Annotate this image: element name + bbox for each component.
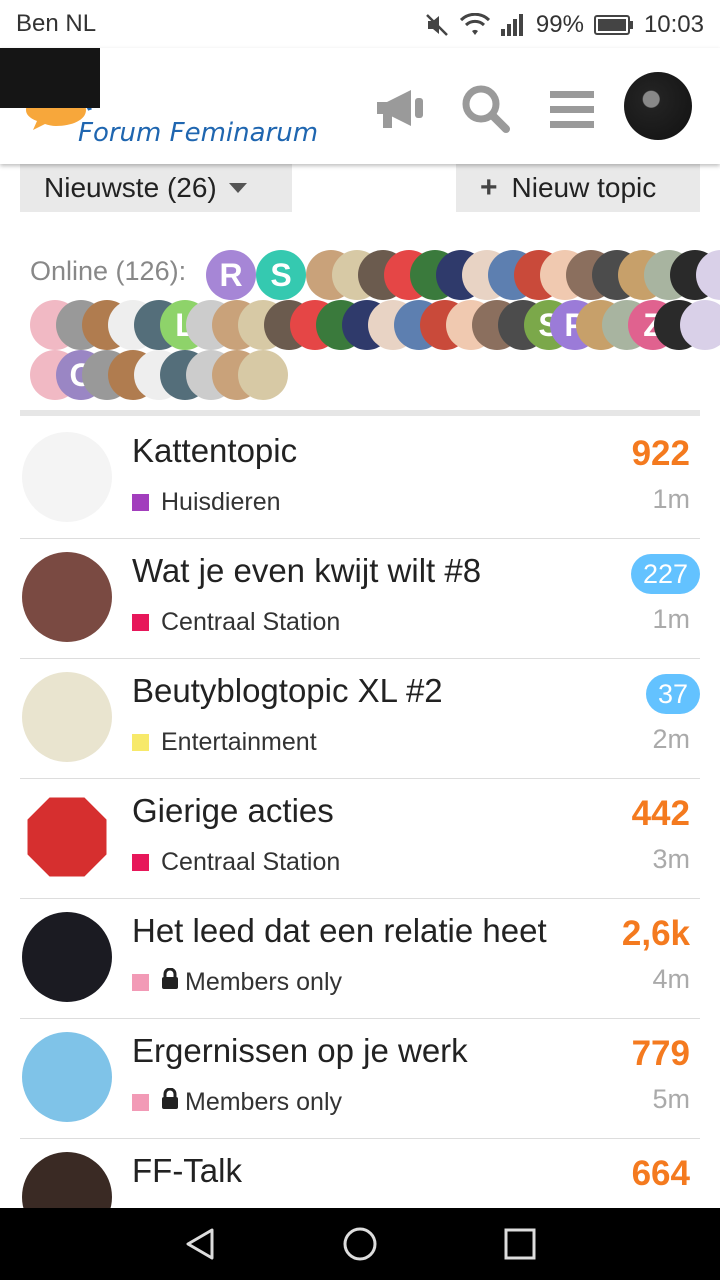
topic-category[interactable]: Members only bbox=[132, 1087, 342, 1117]
last-activity-time: 4m bbox=[652, 964, 690, 994]
category-color-swatch bbox=[132, 494, 149, 511]
topic-row[interactable]: Gierige acties Centraal Station 442 3m bbox=[20, 778, 700, 899]
reply-count[interactable]: 2,6k bbox=[622, 914, 690, 954]
site-logo-text[interactable]: Forum Feminarum bbox=[78, 118, 318, 148]
category-label: Huisdieren bbox=[161, 488, 281, 516]
topic-title[interactable]: Het leed dat een relatie heet bbox=[132, 912, 547, 950]
menu-icon[interactable] bbox=[544, 84, 600, 134]
topic-avatar[interactable] bbox=[22, 792, 112, 882]
carrier-name: Ben NL bbox=[16, 10, 97, 37]
system-nav-bar bbox=[0, 1208, 720, 1280]
topic-avatar[interactable] bbox=[22, 432, 112, 522]
battery-icon bbox=[593, 14, 634, 36]
reply-count[interactable]: 779 bbox=[632, 1034, 690, 1074]
topic-title[interactable]: Gierige acties bbox=[132, 792, 334, 830]
category-color-swatch bbox=[132, 1094, 149, 1111]
unread-count-badge[interactable]: 37 bbox=[645, 674, 700, 714]
topic-category[interactable]: Entertainment bbox=[132, 728, 317, 757]
topic-title[interactable]: Kattentopic bbox=[132, 432, 297, 470]
reply-count[interactable]: 922 bbox=[632, 434, 690, 474]
topic-row[interactable]: Kattentopic Huisdieren 922 1m bbox=[20, 418, 700, 539]
wifi-icon bbox=[459, 13, 490, 37]
megaphone-icon[interactable] bbox=[372, 84, 428, 134]
topic-category[interactable]: Centraal Station bbox=[132, 848, 340, 877]
topic-avatar[interactable] bbox=[22, 552, 112, 642]
reply-count[interactable]: 442 bbox=[632, 794, 690, 834]
sort-filter-dropdown[interactable]: Nieuwste (26) bbox=[20, 164, 292, 212]
error-stop-sign-icon bbox=[24, 794, 110, 880]
last-activity-time: 3m bbox=[652, 844, 690, 874]
topic-avatar[interactable] bbox=[22, 1032, 112, 1122]
last-activity-time: 1m bbox=[652, 484, 690, 514]
topic-category[interactable]: Huisdieren bbox=[132, 488, 281, 517]
signal-icon bbox=[500, 13, 526, 37]
category-label: Entertainment bbox=[161, 728, 317, 756]
category-label: Members only bbox=[185, 1088, 342, 1116]
category-color-swatch bbox=[132, 974, 149, 991]
mute-icon bbox=[424, 12, 450, 38]
unread-count-badge[interactable]: 227 bbox=[630, 554, 700, 594]
back-icon[interactable] bbox=[180, 1224, 220, 1264]
category-color-swatch bbox=[132, 854, 149, 871]
status-bar: Ben NL 99% 10:03 bbox=[0, 0, 720, 48]
recents-icon[interactable] bbox=[500, 1224, 540, 1264]
topic-title[interactable]: Beutyblogtopic XL #2 bbox=[132, 672, 443, 710]
user-avatar[interactable] bbox=[624, 72, 692, 140]
home-icon[interactable] bbox=[340, 1224, 380, 1264]
reply-count[interactable]: 664 bbox=[632, 1154, 690, 1194]
category-label: Centraal Station bbox=[161, 848, 341, 876]
online-user-letter-avatar[interactable]: S bbox=[256, 250, 306, 300]
topic-category[interactable]: Members only bbox=[132, 967, 342, 997]
topic-avatar[interactable] bbox=[22, 912, 112, 1002]
topic-row[interactable]: Het leed dat een relatie heet Members onl… bbox=[20, 898, 700, 1019]
last-activity-time: 5m bbox=[652, 1084, 690, 1114]
online-user-letter-avatar[interactable]: R bbox=[206, 250, 256, 300]
online-count-label: Online (126): bbox=[30, 256, 187, 286]
new-topic-button[interactable]: + Nieuw topic bbox=[456, 164, 700, 212]
lock-icon bbox=[161, 967, 179, 997]
category-color-swatch bbox=[132, 614, 149, 631]
topic-title[interactable]: FF-Talk bbox=[132, 1152, 242, 1190]
last-activity-time: 2m bbox=[652, 724, 690, 754]
clock: 10:03 bbox=[643, 11, 704, 38]
topic-category[interactable]: Centraal Station bbox=[132, 608, 340, 637]
topic-row[interactable]: Ergernissen op je werk Members only 779 5m bbox=[20, 1018, 700, 1139]
plus-icon: + bbox=[480, 171, 498, 204]
topic-title[interactable]: Wat je even kwijt wilt #8 bbox=[132, 552, 481, 590]
online-user-avatar[interactable] bbox=[238, 350, 288, 400]
search-icon[interactable] bbox=[458, 84, 514, 134]
new-topic-label: Nieuw topic bbox=[511, 172, 657, 203]
category-label: Members only bbox=[185, 968, 342, 996]
category-color-swatch bbox=[132, 734, 149, 751]
caret-down-icon bbox=[228, 183, 247, 193]
topic-avatar[interactable] bbox=[22, 672, 112, 762]
topic-row[interactable]: Beutyblogtopic XL #2 Entertainment 37 2m bbox=[20, 658, 700, 779]
battery-percent: 99% bbox=[535, 11, 584, 38]
lock-icon bbox=[161, 1087, 179, 1117]
section-divider bbox=[20, 410, 700, 416]
site-header: Forum Feminarum bbox=[0, 48, 720, 164]
category-label: Centraal Station bbox=[161, 608, 341, 636]
last-activity-time: 1m bbox=[652, 604, 690, 634]
topic-title[interactable]: Ergernissen op je werk bbox=[132, 1032, 468, 1070]
sort-filter-label: Nieuwste (26) bbox=[44, 172, 217, 203]
redacted-logo-area bbox=[0, 48, 100, 108]
topic-row[interactable]: Wat je even kwijt wilt #8 Centraal Statio… bbox=[20, 538, 700, 659]
status-indicators: 99% 10:03 bbox=[424, 10, 704, 40]
